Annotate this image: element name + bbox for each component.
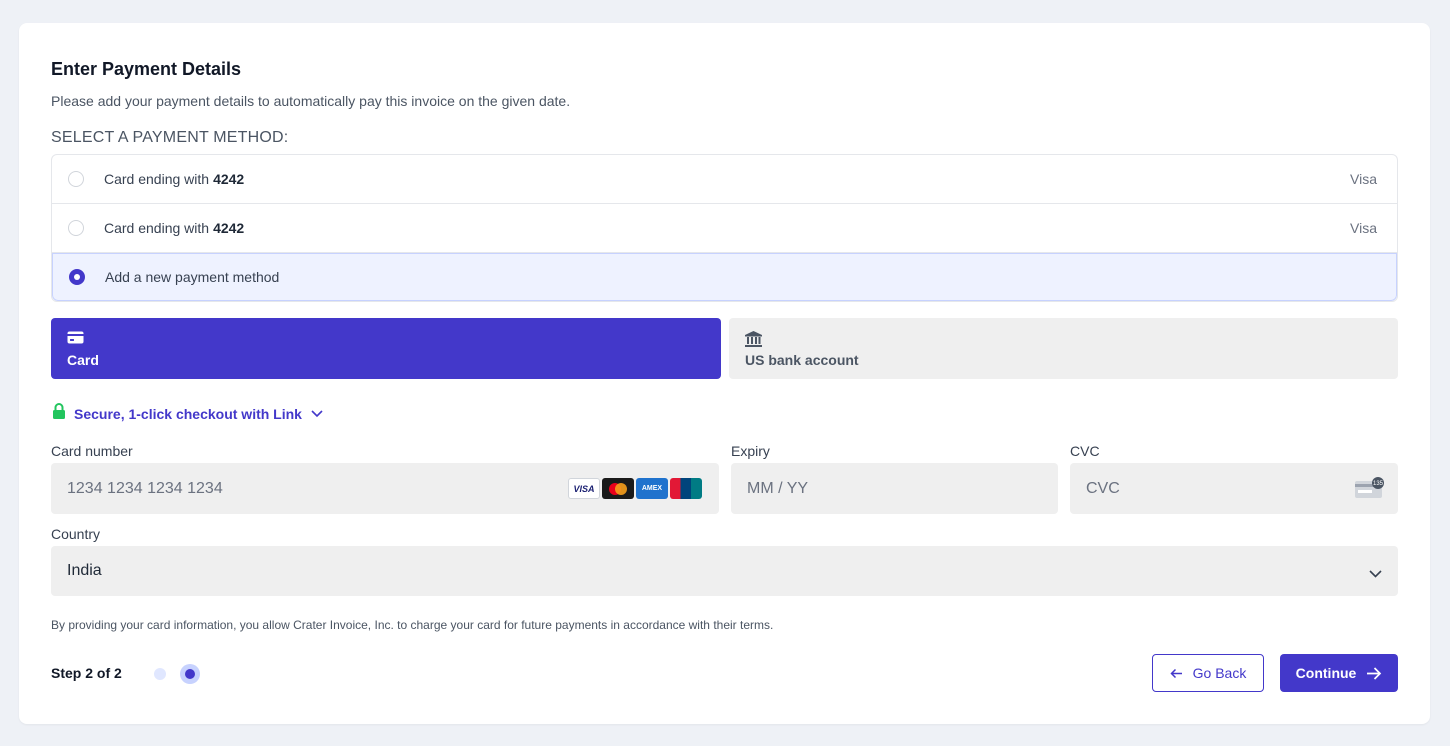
unionpay-icon (670, 478, 702, 499)
tab-label: US bank account (745, 352, 859, 368)
saved-card-label: Card ending with 4242 (104, 171, 244, 187)
card-brand: Visa (1350, 171, 1377, 187)
credit-card-icon (67, 331, 705, 347)
expiry-label: Expiry (731, 443, 770, 459)
card-last4: 4242 (213, 171, 245, 187)
bank-icon (745, 331, 1382, 347)
new-payment-method-label: Add a new payment method (105, 269, 280, 285)
radio-button[interactable] (68, 220, 84, 236)
cvc-label: CVC (1070, 443, 1100, 459)
chevron-down-icon (1369, 565, 1382, 583)
arrow-left-icon (1170, 668, 1182, 678)
cvc-input[interactable]: CVC 135 (1070, 463, 1398, 514)
mastercard-icon (602, 478, 634, 499)
saved-card-option-1[interactable]: Card ending with 4242 Visa (52, 155, 1397, 204)
radio-button[interactable] (68, 171, 84, 187)
radio-button-checked[interactable] (69, 269, 85, 285)
page-title: Enter Payment Details (51, 59, 242, 79)
payment-method-list: Card ending with 4242 Visa Card ending wi… (51, 154, 1398, 302)
card-number-input[interactable]: 1234 1234 1234 1234 VISA AMEX (51, 463, 719, 514)
step-dot-2-active (180, 664, 200, 684)
link-checkout-toggle[interactable]: Secure, 1-click checkout with Link (52, 403, 323, 424)
payment-card: Enter Payment Details Please add your pa… (19, 23, 1430, 724)
tab-us-bank-account[interactable]: US bank account (729, 318, 1398, 379)
card-number-placeholder: 1234 1234 1234 1234 (67, 479, 223, 497)
chevron-down-icon (311, 405, 323, 423)
continue-label: Continue (1295, 665, 1357, 681)
tab-label: Card (67, 352, 99, 368)
card-last4: 4242 (213, 220, 245, 236)
saved-card-option-2[interactable]: Card ending with 4242 Visa (52, 204, 1397, 253)
link-checkout-text: Secure, 1-click checkout with Link (74, 405, 302, 422)
amex-icon: AMEX (636, 478, 668, 499)
card-ending-prefix: Card ending with (104, 171, 210, 187)
card-ending-prefix: Card ending with (104, 220, 210, 236)
expiry-placeholder: MM / YY (747, 479, 809, 497)
tab-card[interactable]: Card (51, 318, 721, 379)
card-brand: Visa (1350, 220, 1377, 236)
visa-icon: VISA (568, 478, 600, 499)
cvc-placeholder: CVC (1086, 479, 1120, 497)
go-back-button[interactable]: Go Back (1152, 654, 1264, 692)
page-subtitle: Please add your payment details to autom… (51, 93, 571, 109)
country-value: India (67, 562, 102, 579)
expiry-input[interactable]: MM / YY (731, 463, 1058, 514)
step-indicator-text: Step 2 of 2 (51, 665, 122, 681)
saved-card-label: Card ending with 4242 (104, 220, 244, 236)
lock-icon (52, 403, 66, 424)
card-number-label: Card number (51, 443, 133, 459)
card-terms-text: By providing your card information, you … (51, 618, 774, 632)
svg-text:135: 135 (1373, 481, 1384, 487)
continue-button[interactable]: Continue (1280, 654, 1398, 692)
card-brand-icons: VISA AMEX (568, 478, 702, 499)
new-payment-method-option[interactable]: Add a new payment method (52, 253, 1397, 301)
country-select[interactable]: India (51, 546, 1398, 596)
country-label: Country (51, 526, 101, 542)
payment-method-section-label: SELECT A PAYMENT METHOD: (51, 129, 289, 146)
go-back-label: Go Back (1192, 665, 1247, 681)
arrow-right-icon (1367, 666, 1382, 680)
cvc-card-icon: 135 (1354, 477, 1386, 504)
step-dot-1 (154, 668, 166, 680)
